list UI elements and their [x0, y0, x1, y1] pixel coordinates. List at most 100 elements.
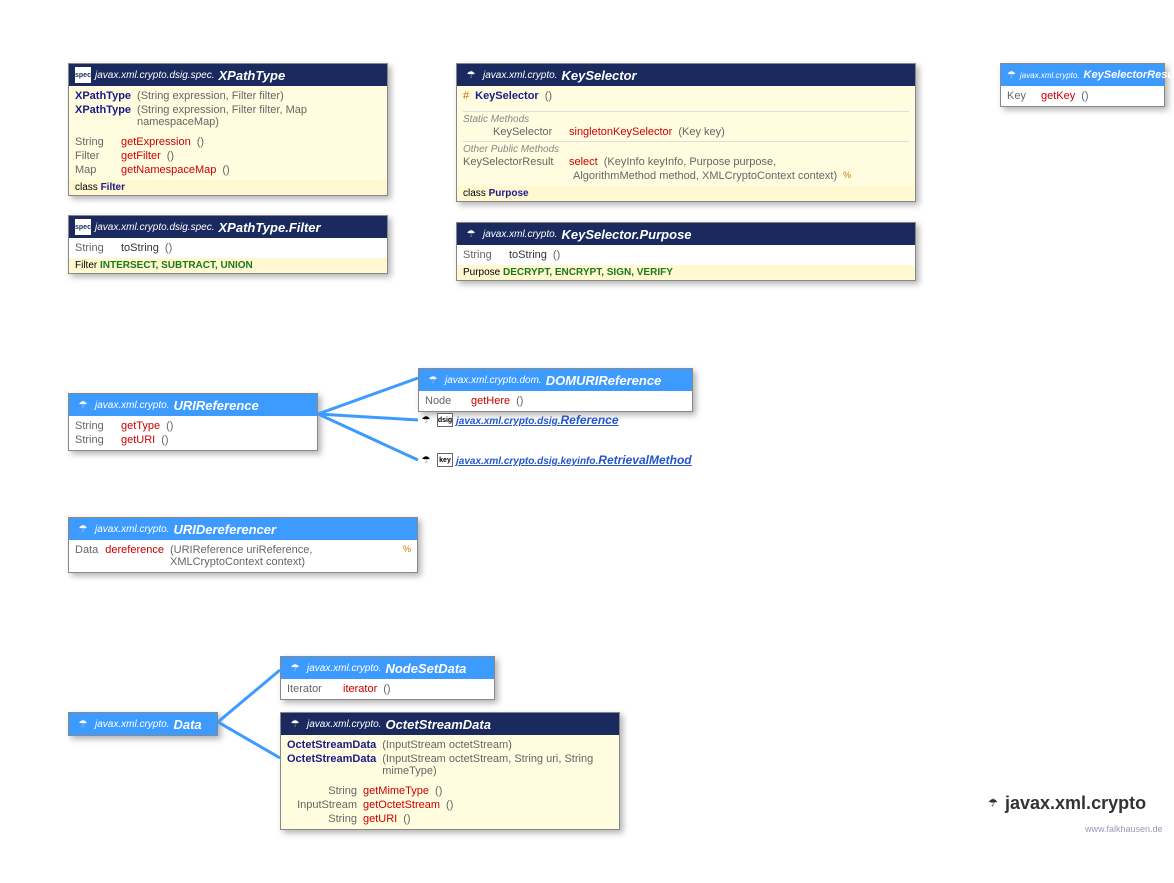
package-icon: [985, 796, 1001, 812]
interface-name: DOMURIReference: [546, 373, 662, 388]
spec-icon: spec: [75, 219, 91, 235]
body: KeygetKey (): [1001, 86, 1164, 106]
ctor: OctetStreamData: [287, 753, 376, 777]
package-label: javax.xml.crypto.dsig.spec.: [95, 70, 215, 81]
interface-uridereferencer: javax.xml.crypto. URIDereferencer Datader…: [68, 517, 418, 573]
body: NodegetHere (): [419, 391, 692, 411]
ctor: KeySelector: [475, 90, 539, 102]
class-name: XPathType.Filter: [219, 220, 321, 235]
link-text[interactable]: javax.xml.crypto.dsig.keyinfo.RetrievalM…: [456, 453, 692, 467]
package-label: javax.xml.crypto.: [95, 400, 169, 411]
method: iterator: [343, 683, 377, 695]
class-icon: [287, 716, 303, 732]
interface-nodesetdata: javax.xml.crypto. NodeSetData Iteratorite…: [280, 656, 495, 700]
body: StringgetType () StringgetURI (): [69, 416, 317, 450]
interface-data: javax.xml.crypto. Data: [68, 712, 218, 736]
class-icon: [463, 226, 479, 242]
footer: class Filter: [69, 180, 387, 195]
method: getOctetStream: [363, 799, 440, 811]
method: singletonKeySelector: [569, 126, 672, 138]
page-title: javax.xml.crypto: [985, 793, 1146, 814]
interface-icon: [75, 521, 91, 537]
ref-retrievalmethod[interactable]: key javax.xml.crypto.dsig.keyinfo.Retrie…: [418, 452, 692, 468]
interface-keyselectorresult: javax.xml.crypto.KeySelectorResult Keyge…: [1000, 63, 1165, 107]
body: Datadereference (URIReference uriReferen…: [69, 540, 417, 572]
dsig-icon: dsig: [437, 413, 453, 427]
interface-icon: [287, 660, 303, 676]
interface-name: Data: [173, 717, 201, 732]
key-icon: key: [437, 453, 453, 467]
header: javax.xml.crypto.dom. DOMURIReference: [419, 369, 692, 391]
interface-icon: [418, 452, 434, 468]
footer: class Purpose: [457, 186, 915, 201]
method: getMimeType: [363, 785, 429, 797]
class-octetstreamdata: javax.xml.crypto. OctetStreamData OctetSt…: [280, 712, 620, 830]
method: getType: [121, 420, 160, 432]
interface-name: KeySelectorResult: [1084, 69, 1174, 81]
interface-icon: [425, 372, 441, 388]
class-name: OctetStreamData: [385, 717, 491, 732]
package-label: javax.xml.crypto.: [483, 70, 557, 81]
class-xpathtype: spec javax.xml.crypto.dsig.spec. XPathTyp…: [68, 63, 388, 196]
interface-icon: [418, 412, 434, 428]
method: getKey: [1041, 90, 1075, 102]
interface-icon: [75, 397, 91, 413]
method: dereference: [105, 544, 164, 568]
header: javax.xml.crypto. KeySelector: [457, 64, 915, 86]
package-label: javax.xml.crypto.dsig.spec.: [95, 222, 215, 233]
body: Iteratoriterator (): [281, 679, 494, 699]
package-label: javax.xml.crypto.: [95, 719, 169, 730]
header: spec javax.xml.crypto.dsig.spec. XPathTyp…: [69, 64, 387, 86]
class-name: KeySelector.Purpose: [561, 227, 691, 242]
link-text[interactable]: javax.xml.crypto.dsig.Reference: [456, 413, 619, 427]
method: getFilter: [121, 150, 161, 162]
interface-name: URIReference: [173, 398, 258, 413]
interface-name: URIDereferencer: [173, 522, 276, 537]
header: javax.xml.crypto. Data: [69, 713, 217, 735]
section-static: Static Methods: [463, 111, 909, 125]
method: toString: [509, 249, 547, 261]
package-label: javax.xml.crypto.: [95, 524, 169, 535]
header: javax.xml.crypto.KeySelectorResult: [1001, 64, 1164, 86]
method: getNamespaceMap: [121, 164, 216, 176]
method: select: [569, 156, 598, 168]
section-other: Other Public Methods: [463, 141, 909, 155]
interface-urireference: javax.xml.crypto. URIReference StringgetT…: [68, 393, 318, 451]
body: OctetStreamData (InputStream octetStream…: [281, 735, 619, 829]
header: javax.xml.crypto. URIReference: [69, 394, 317, 416]
ctor: XPathType: [75, 104, 131, 128]
body: #KeySelector () Static Methods KeySelect…: [457, 86, 915, 186]
header: javax.xml.crypto. URIDereferencer: [69, 518, 417, 540]
interface-name: NodeSetData: [385, 661, 466, 676]
class-name: KeySelector: [561, 68, 636, 83]
package-label: javax.xml.crypto.dom.: [445, 375, 542, 386]
package-label: javax.xml.crypto.: [307, 719, 381, 730]
interface-domurireference: javax.xml.crypto.dom. DOMURIReference Nod…: [418, 368, 693, 412]
class-keyselector: javax.xml.crypto. KeySelector #KeySelecto…: [456, 63, 916, 202]
ref-reference[interactable]: dsig javax.xml.crypto.dsig.Reference: [418, 412, 619, 428]
header: javax.xml.crypto. NodeSetData: [281, 657, 494, 679]
body: StringtoString (): [69, 238, 387, 258]
method: toString: [121, 242, 159, 254]
ctor: XPathType: [75, 90, 131, 102]
spec-icon: spec: [75, 67, 91, 83]
package-label: javax.xml.crypto.: [1020, 71, 1080, 80]
watermark: www.falkhausen.de: [1085, 824, 1163, 834]
class-keyselector-purpose: javax.xml.crypto. KeySelector.Purpose Str…: [456, 222, 916, 281]
package-label: javax.xml.crypto.: [483, 229, 557, 240]
ctor: OctetStreamData: [287, 739, 376, 751]
header: javax.xml.crypto. OctetStreamData: [281, 713, 619, 735]
body: XPathType (String expression, Filter fil…: [69, 86, 387, 180]
footer: Purpose DECRYPT, ENCRYPT, SIGN, VERIFY: [457, 265, 915, 280]
class-name: XPathType: [219, 68, 286, 83]
header: javax.xml.crypto. KeySelector.Purpose: [457, 223, 915, 245]
package-label: javax.xml.crypto.: [307, 663, 381, 674]
connector-urireference: [318, 368, 420, 468]
method: getURI: [363, 813, 397, 825]
header: spec javax.xml.crypto.dsig.spec. XPathTyp…: [69, 216, 387, 238]
method: getHere: [471, 395, 510, 407]
method: getURI: [121, 434, 155, 446]
footer: Filter INTERSECT, SUBTRACT, UNION: [69, 258, 387, 273]
class-icon: [463, 67, 479, 83]
body: StringtoString (): [457, 245, 915, 265]
